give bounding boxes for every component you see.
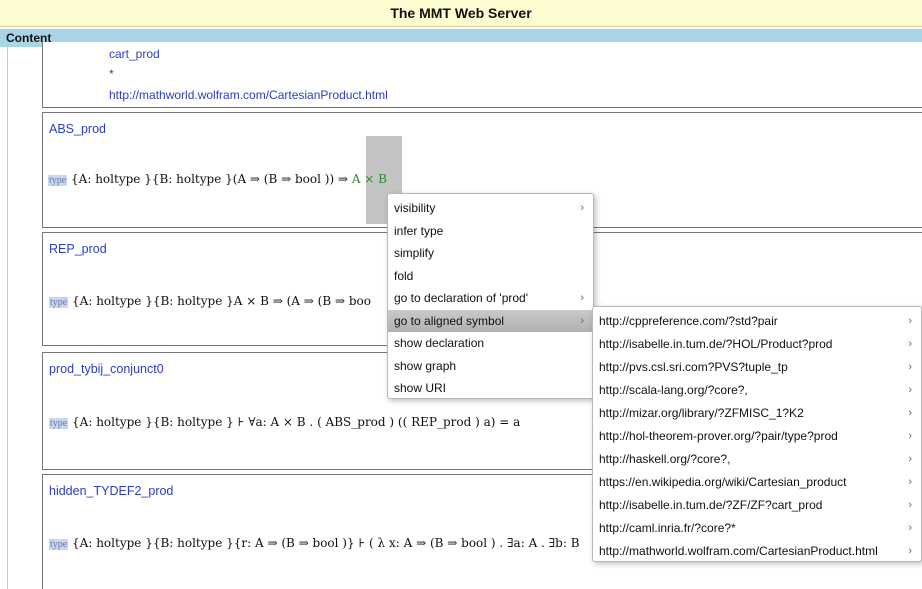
type-row: type {A: holtype }{B: holtype } ⊦ ∀a: A … [49, 415, 520, 429]
menu-item-label: show URI [394, 381, 447, 395]
type-row: type {A: holtype }{B: holtype }(A ⇒ (B ⇒… [48, 172, 387, 186]
menu-item-infer-type[interactable]: infer type [388, 220, 593, 243]
chevron-right-icon: › [908, 338, 912, 350]
menu-item-label: go to declaration of 'prod' [394, 291, 529, 305]
chevron-right-icon: › [908, 361, 912, 373]
menu-item-visibility[interactable]: visibility › [388, 197, 593, 220]
menu-item-label: infer type [394, 223, 444, 238]
aligned-symbol-item[interactable]: http://isabelle.in.tum.de/?ZF/ZF?cart_pr… [593, 494, 921, 517]
aligned-symbol-item[interactable]: https://en.wikipedia.org/wiki/Cartesian_… [593, 471, 921, 494]
aligned-symbol-item[interactable]: http://mathworld.wolfram.com/CartesianPr… [593, 540, 921, 563]
chevron-right-icon: › [580, 202, 584, 214]
aligned-symbol-item[interactable]: http://isabelle.in.tum.de/?HOL/Product?p… [593, 333, 921, 356]
aligned-symbol-item[interactable]: http://hol-theorem-prover.org/?pair/type… [593, 425, 921, 448]
chevron-right-icon: › [580, 292, 584, 304]
chevron-right-icon: › [908, 476, 912, 488]
type-expression[interactable]: {A: holtype }{B: holtype } ⊦ ∀a: A × B .… [72, 415, 520, 429]
aligned-symbol-url: http://caml.inria.fr/?core?* [599, 521, 736, 535]
type-badge[interactable]: type [49, 297, 69, 308]
declaration-name[interactable]: hidden_TYDEF2_prod [49, 484, 173, 498]
left-divider [7, 47, 8, 589]
menu-item-label: go to aligned symbol [394, 313, 505, 328]
declaration-name[interactable]: ABS_prod [49, 122, 106, 136]
aligned-symbol-url: http://mathworld.wolfram.com/CartesianPr… [599, 544, 878, 558]
chevron-right-icon: › [908, 545, 912, 557]
declaration-name[interactable]: cart_prod [109, 47, 160, 61]
type-expression[interactable]: {A: holtype }{B: holtype }A × B ⇒ (A ⇒ (… [72, 294, 371, 308]
chevron-right-icon: › [908, 407, 912, 419]
window-title: The MMT Web Server [0, 0, 922, 27]
aligned-symbol-url: http://isabelle.in.tum.de/?HOL/Product?p… [599, 337, 833, 351]
aligned-symbol-url: http://mizar.org/library/?ZFMISC_1?K2 [599, 406, 804, 420]
aligned-symbol-url: http://scala-lang.org/?core?, [599, 383, 748, 397]
type-row: type {A: holtype }{B: holtype }{r: A ⇒ (… [49, 536, 580, 550]
menu-item-label: show graph [394, 358, 457, 373]
menu-item-show-uri[interactable]: show URI [388, 377, 593, 400]
alignment-link[interactable]: http://mathworld.wolfram.com/CartesianPr… [109, 88, 388, 102]
type-badge[interactable]: type [49, 539, 69, 550]
declaration-cart-prod: cart_prod * http://mathworld.wolfram.com… [42, 42, 922, 108]
type-expression-selected[interactable]: A × B [352, 172, 387, 186]
menu-item-fold[interactable]: fold [388, 265, 593, 288]
menu-item-go-to-aligned-symbol[interactable]: go to aligned symbol › [388, 309, 593, 332]
menu-item-go-to-declaration-of-prod[interactable]: go to declaration of 'prod' › [388, 287, 593, 310]
aligned-symbol-item[interactable]: http://cppreference.com/?std?pair › [593, 310, 921, 333]
menu-item-label: visibility [394, 201, 436, 215]
aligned-symbol-url: http://pvs.csl.sri.com?PVS?tuple_tp [599, 360, 788, 374]
declaration-marker: * [109, 67, 114, 81]
aligned-symbol-item[interactable]: http://haskell.org/?core?, › [593, 448, 921, 471]
context-menu: visibility › infer type simplify fold go to d… [387, 193, 594, 399]
menu-item-show-graph[interactable]: show graph [388, 355, 593, 378]
aligned-symbol-item[interactable]: http://pvs.csl.sri.com?PVS?tuple_tp › [593, 356, 921, 379]
aligned-symbol-url: http://hol-theorem-prover.org/?pair/type… [599, 429, 838, 443]
aligned-symbol-url: https://en.wikipedia.org/wiki/Cartesian_… [599, 475, 847, 489]
aligned-symbol-item[interactable]: http://caml.inria.fr/?core?* › [593, 517, 921, 540]
chevron-right-icon: › [908, 430, 912, 442]
type-badge[interactable]: type [48, 175, 68, 186]
aligned-symbol-url: http://haskell.org/?core?, [599, 452, 731, 466]
type-row: type {A: holtype }{B: holtype }A × B ⇒ (… [49, 294, 371, 308]
declaration-name[interactable]: prod_tybij_conjunct0 [49, 362, 164, 376]
chevron-right-icon: › [908, 499, 912, 511]
aligned-symbol-submenu: http://cppreference.com/?std?pair › http:/… [592, 306, 922, 562]
aligned-symbol-item[interactable]: http://mizar.org/library/?ZFMISC_1?K2 › [593, 402, 921, 425]
menu-item-label: simplify [394, 246, 435, 260]
declaration-name[interactable]: REP_prod [49, 242, 107, 256]
menu-item-label: show declaration [394, 336, 485, 350]
type-expression[interactable]: {A: holtype }{B: holtype }(A ⇒ (B ⇒ bool… [71, 172, 348, 186]
chevron-right-icon: › [908, 522, 912, 534]
chevron-right-icon: › [908, 453, 912, 465]
menu-item-show-declaration[interactable]: show declaration [388, 332, 593, 355]
chevron-right-icon: › [580, 314, 584, 327]
aligned-symbol-item[interactable]: http://scala-lang.org/?core?, › [593, 379, 921, 402]
aligned-symbol-url: http://isabelle.in.tum.de/?ZF/ZF?cart_pr… [599, 498, 823, 512]
type-badge[interactable]: type [49, 418, 69, 429]
chevron-right-icon: › [908, 384, 912, 396]
type-expression[interactable]: {A: holtype }{B: holtype }{r: A ⇒ (B ⇒ b… [72, 536, 580, 550]
menu-item-simplify[interactable]: simplify [388, 242, 593, 265]
aligned-symbol-url: http://cppreference.com/?std?pair [599, 314, 778, 328]
menu-item-label: fold [394, 268, 414, 283]
chevron-right-icon: › [908, 315, 912, 327]
